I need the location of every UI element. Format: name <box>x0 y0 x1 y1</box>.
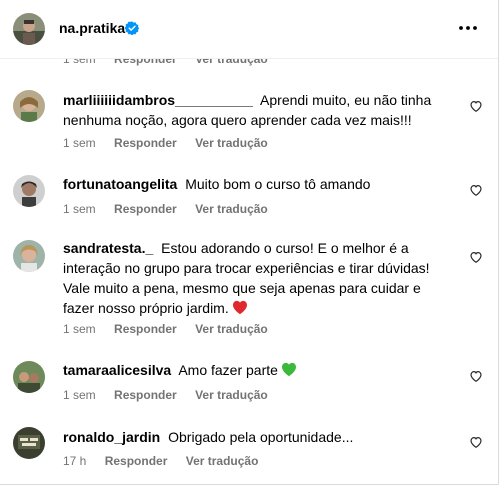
heart-icon[interactable] <box>469 250 483 264</box>
heart-icon[interactable] <box>469 99 483 113</box>
post-header: na.pratika <box>0 0 498 59</box>
reply-button[interactable]: Responder <box>114 322 177 336</box>
comment-username[interactable]: sandratesta._ <box>63 240 153 256</box>
avatar[interactable] <box>13 90 45 122</box>
comment-body: sandratesta._ Estou adorando o curso! E … <box>63 238 453 318</box>
translate-button[interactable]: Ver tradução <box>195 388 268 402</box>
comment-text: Muito bom o curso tô amando <box>185 176 371 192</box>
translate-button[interactable]: Ver tradução <box>195 136 268 150</box>
heart-icon[interactable] <box>469 369 483 383</box>
comment-meta: 17 h Responder Ver tradução <box>63 454 273 468</box>
avatar[interactable] <box>13 240 45 272</box>
comment-username[interactable]: fortunatoangelita <box>63 176 177 192</box>
verified-badge-icon <box>125 21 139 35</box>
comment-text: Obrigado pela oportunidade... <box>168 429 354 445</box>
comment-username[interactable]: tamaraalicesilva <box>63 362 171 378</box>
comment-body: tamaraalicesilva Amo fazer parte <box>63 360 453 380</box>
red-heart-icon <box>232 300 247 315</box>
more-horizontal-icon[interactable] <box>457 18 479 38</box>
translate-button[interactable]: Ver tradução <box>186 454 259 468</box>
avatar[interactable] <box>13 13 45 45</box>
comment-username[interactable]: ronaldo_jardin <box>63 429 160 445</box>
comment-time: 1 sem <box>63 136 96 150</box>
comment-text: Amo fazer parte <box>178 362 278 378</box>
comment-body: ronaldo_jardin Obrigado pela oportunidad… <box>63 427 453 447</box>
reply-button[interactable]: Responder <box>114 136 177 150</box>
reply-button[interactable]: Responder <box>105 454 168 468</box>
comment-meta: 1 sem Responder Ver tradução <box>63 322 283 336</box>
comment-time: 1 sem <box>63 202 96 216</box>
comment-meta: 1 sem Responder Ver tradução <box>63 388 283 402</box>
comment-meta: 1 sem Responder Ver tradução <box>63 202 283 216</box>
reply-button[interactable]: Responder <box>114 202 177 216</box>
comment-time: 17 h <box>63 454 87 468</box>
comment-username[interactable]: marliiiiiidambros__________ <box>63 92 253 108</box>
comment-time: 1 sem <box>63 322 96 336</box>
avatar[interactable] <box>13 427 45 459</box>
translate-button[interactable]: Ver tradução <box>195 202 268 216</box>
green-heart-icon <box>281 362 296 377</box>
comment-body: marliiiiiidambros__________ Aprendi muit… <box>63 90 453 130</box>
comment-time: 1 sem <box>63 388 96 402</box>
comment-body: fortunatoangelita Muito bom o curso tô a… <box>63 174 453 194</box>
post-username[interactable]: na.pratika <box>59 20 125 36</box>
translate-button[interactable]: Ver tradução <box>195 322 268 336</box>
heart-icon[interactable] <box>469 183 483 197</box>
reply-button[interactable]: Responder <box>114 388 177 402</box>
avatar[interactable] <box>13 175 45 207</box>
avatar[interactable] <box>13 361 45 393</box>
heart-icon[interactable] <box>469 435 483 449</box>
comment-meta: 1 sem Responder Ver tradução <box>63 136 283 150</box>
